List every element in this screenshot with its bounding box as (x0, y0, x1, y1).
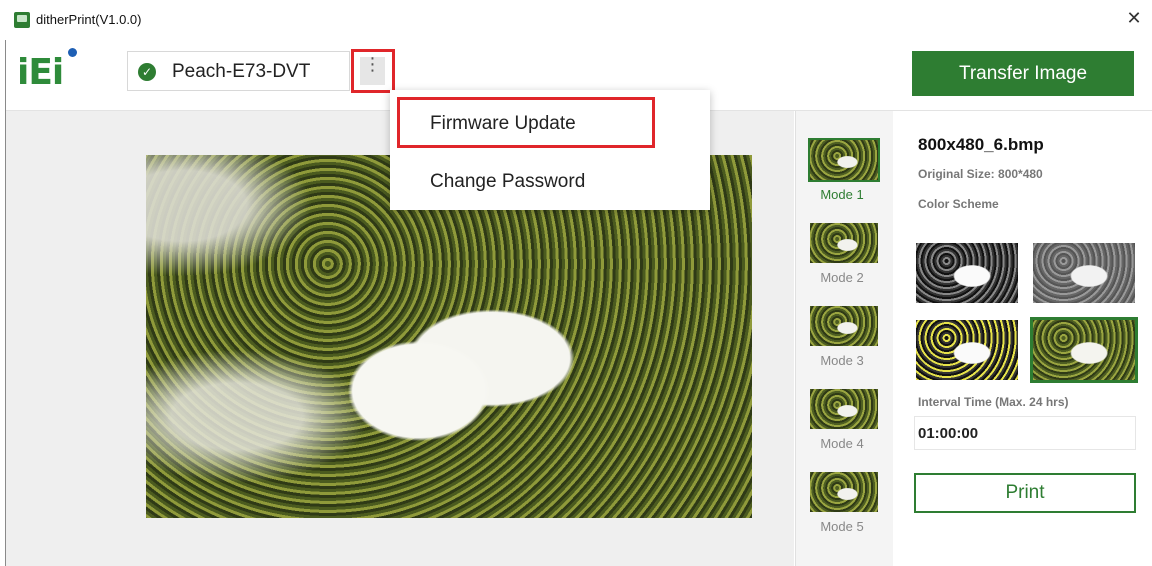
device-selector[interactable]: ✓ Peach-E73-DVT (127, 51, 350, 91)
mode-label: Mode 2 (820, 270, 864, 285)
title-bar: ditherPrint(V1.0.0) ✕ (0, 0, 1152, 40)
mode-thumbnail-4[interactable] (810, 389, 878, 429)
mode-label: Mode 1 (820, 187, 864, 202)
device-name: Peach-E73-DVT (172, 61, 311, 82)
window-title: ditherPrint(V1.0.0) (36, 12, 142, 27)
color-scheme-option-4[interactable] (1030, 317, 1138, 383)
original-size: Original Size: 800*480 (918, 167, 1043, 181)
mode-thumbnail-1[interactable] (808, 138, 880, 182)
more-options-icon[interactable]: ⋮ (360, 55, 385, 85)
color-scheme-option-1[interactable] (916, 243, 1018, 303)
mode-label: Mode 4 (820, 436, 864, 451)
menu-item-firmware-update[interactable]: Firmware Update (390, 96, 710, 152)
color-scheme-label: Color Scheme (918, 197, 999, 211)
transfer-image-button[interactable]: Transfer Image (912, 51, 1134, 96)
color-scheme-option-2[interactable] (1033, 243, 1135, 303)
print-button[interactable]: Print (914, 473, 1136, 513)
interval-label: Interval Time (Max. 24 hrs) (918, 395, 1069, 409)
interval-time-input[interactable] (914, 416, 1136, 450)
app-icon (14, 12, 30, 28)
color-scheme-option-3[interactable] (916, 320, 1018, 380)
mode-label: Mode 5 (820, 519, 864, 534)
mode-thumbnail-5[interactable] (810, 472, 878, 512)
check-circle-icon: ✓ (138, 63, 156, 81)
options-menu: Firmware Update Change Password (390, 90, 710, 210)
logo: iEi (17, 52, 64, 93)
menu-item-change-password[interactable]: Change Password (390, 154, 710, 210)
mode-thumbnail-3[interactable] (810, 306, 878, 346)
mode-thumbnail-2[interactable] (810, 223, 878, 263)
logo-dot (68, 48, 77, 57)
file-name: 800x480_6.bmp (918, 135, 1044, 154)
mode-label: Mode 3 (820, 353, 864, 368)
close-icon[interactable]: ✕ (1124, 8, 1144, 29)
